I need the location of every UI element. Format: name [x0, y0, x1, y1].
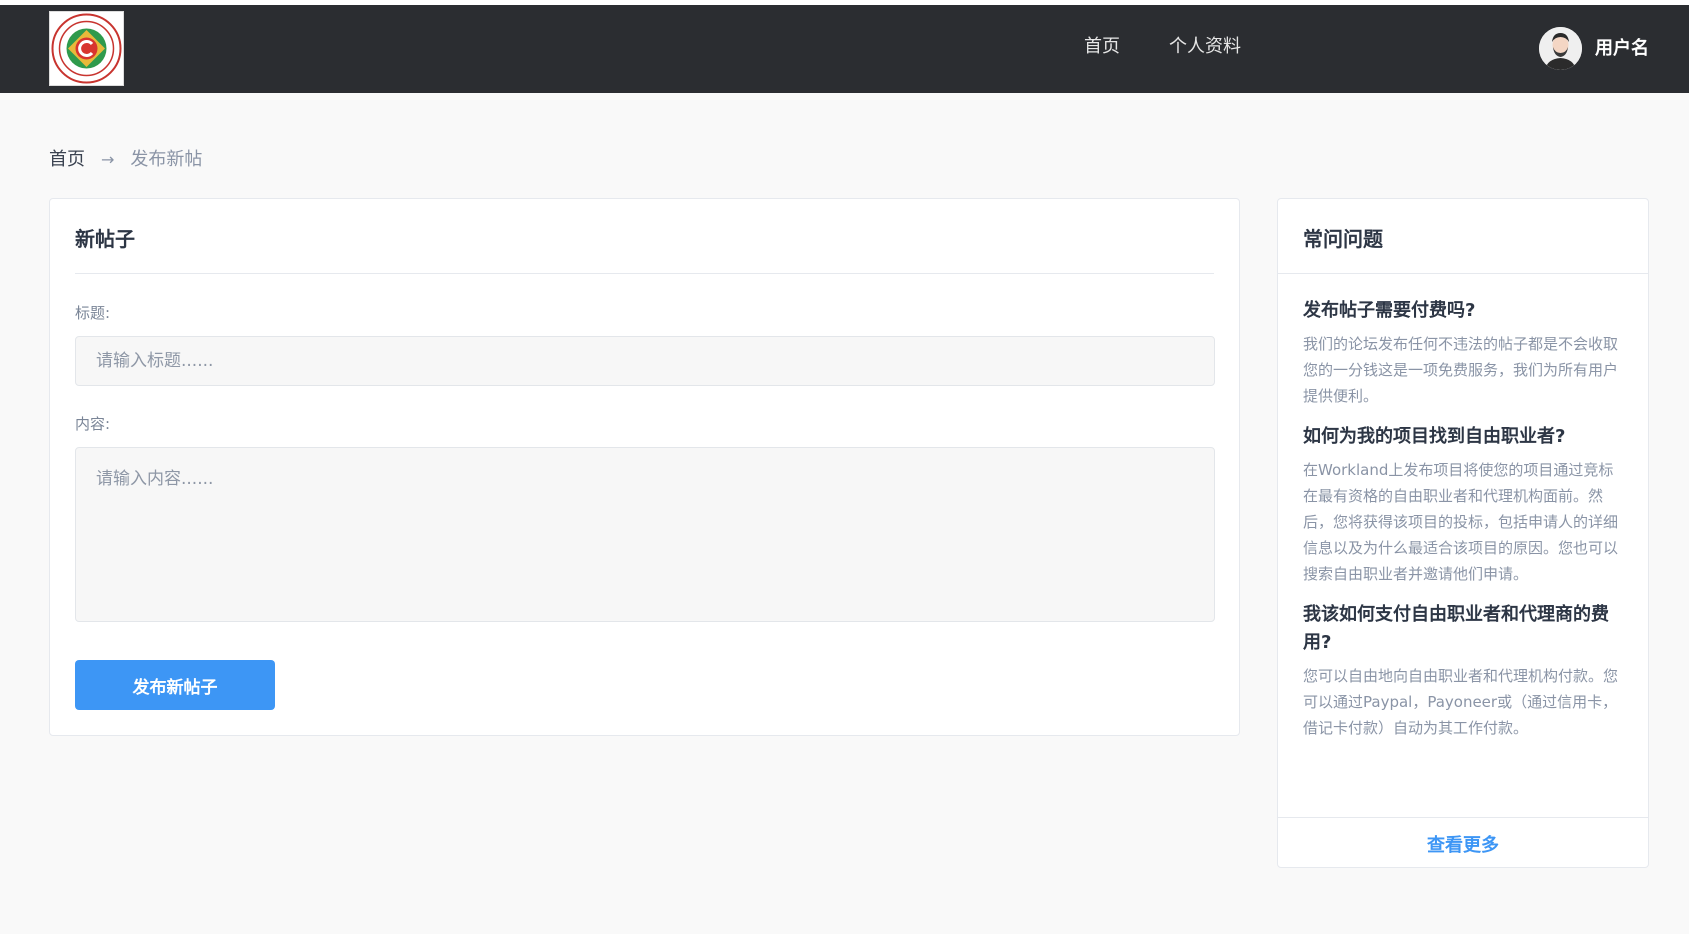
faq-divider: [1278, 273, 1648, 274]
faq-list: 发布帖子需要付费吗? 我们的论坛发布任何不违法的帖子都是不会收取您的一分钱这是一…: [1303, 297, 1625, 755]
username-label[interactable]: 用户名: [1595, 37, 1649, 61]
content-label: 内容:: [75, 415, 111, 433]
faq-footer-divider: [1278, 817, 1648, 818]
nav-home-link[interactable]: 首页: [1084, 35, 1120, 59]
faq-card: 常问问题 发布帖子需要付费吗? 我们的论坛发布任何不违法的帖子都是不会收取您的一…: [1277, 198, 1649, 868]
university-logo-icon[interactable]: [49, 11, 124, 86]
faq-answer: 在Workland上发布项目将使您的项目通过竞标在最有资格的自由职业者和代理机构…: [1303, 461, 1619, 583]
faq-answer: 我们的论坛发布任何不违法的帖子都是不会收取您的一分钱这是一项免费服务，我们为所有…: [1303, 335, 1619, 405]
card-title: 新帖子: [75, 227, 135, 251]
view-more-link[interactable]: 查看更多: [1278, 831, 1648, 857]
faq-question: 我该如何支付自由职业者和代理商的费用?: [1303, 604, 1609, 653]
breadcrumb-home-link[interactable]: 首页: [49, 148, 85, 172]
faq-question: 发布帖子需要付费吗?: [1303, 300, 1476, 321]
user-avatar-icon: [1539, 27, 1582, 70]
top-navbar: 首页 个人资料 用户名: [0, 0, 1689, 93]
title-label: 标题:: [75, 304, 111, 322]
arrow-right-icon: →: [101, 150, 115, 169]
faq-question: 如何为我的项目找到自由职业者?: [1303, 426, 1566, 447]
publish-post-button[interactable]: 发布新帖子: [75, 660, 275, 710]
faq-answer: 您可以自由地向自由职业者和代理机构付款。您可以通过Paypal，Payoneer…: [1303, 667, 1619, 737]
breadcrumb-current: 发布新帖: [130, 149, 203, 170]
nav-profile-link[interactable]: 个人资料: [1169, 35, 1241, 59]
content-textarea[interactable]: [75, 447, 1215, 622]
breadcrumb: 首页 → 发布新帖: [49, 148, 202, 172]
faq-title: 常问问题: [1303, 227, 1383, 251]
new-post-card: 新帖子 标题: 内容: 发布新帖子: [49, 198, 1240, 736]
title-input[interactable]: [75, 336, 1215, 386]
card-divider: [75, 273, 1214, 274]
avatar[interactable]: [1539, 27, 1582, 70]
